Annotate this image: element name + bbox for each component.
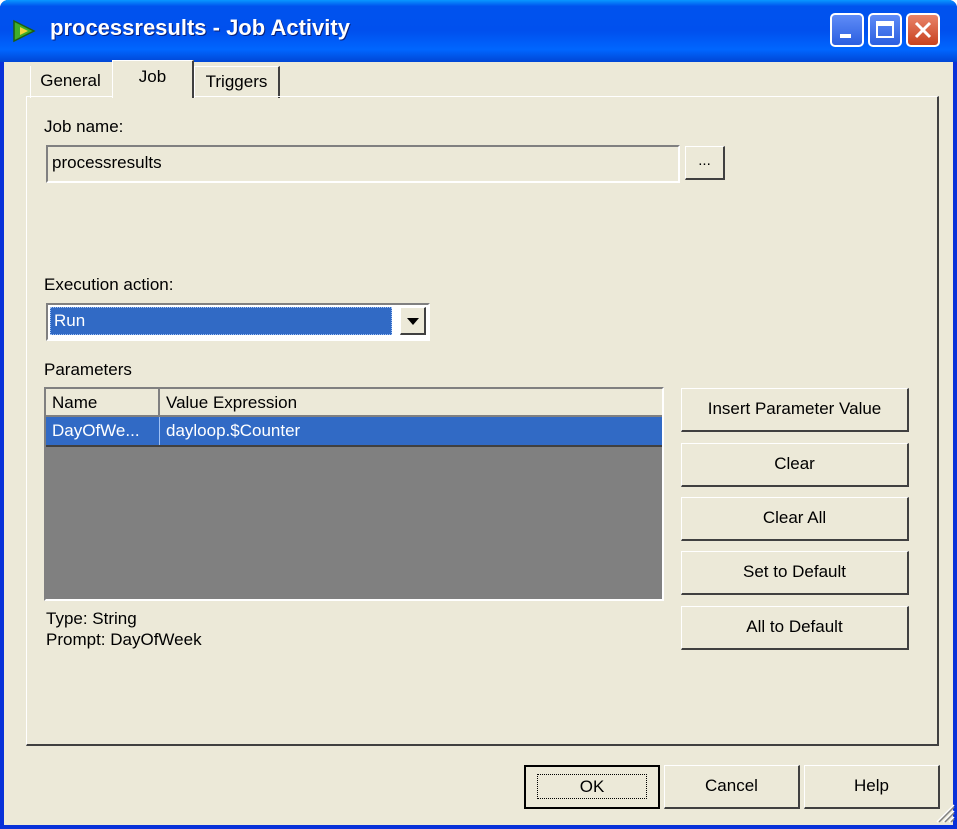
parameters-grid[interactable]: Name Value Expression DayOfWe... dayloop… xyxy=(44,387,664,601)
grid-header: Name Value Expression xyxy=(46,389,662,417)
execution-action-select[interactable]: Run xyxy=(46,303,430,341)
tab-general-label: General xyxy=(40,71,101,90)
tab-job-label: Job xyxy=(138,67,167,86)
dropdown-arrow-button[interactable] xyxy=(400,307,426,335)
clear-button[interactable]: Clear xyxy=(681,443,909,487)
ok-button-label: OK xyxy=(536,774,648,799)
cell-value-expression[interactable]: dayloop.$Counter xyxy=(160,417,660,445)
minimize-icon xyxy=(840,34,851,38)
clear-all-button[interactable]: Clear All xyxy=(681,497,909,541)
browse-job-button[interactable]: ... xyxy=(685,146,725,180)
set-to-default-button[interactable]: Set to Default xyxy=(681,551,909,595)
minimize-button[interactable] xyxy=(830,13,864,47)
job-activity-window: processresults - Job Activity General Jo… xyxy=(0,0,957,829)
close-button[interactable] xyxy=(906,13,940,47)
app-icon xyxy=(13,19,36,43)
close-icon xyxy=(914,21,932,39)
tab-triggers[interactable]: Triggers xyxy=(194,66,280,98)
help-button[interactable]: Help xyxy=(804,765,940,809)
resize-grip-icon[interactable] xyxy=(933,801,955,823)
maximize-icon xyxy=(876,21,894,38)
ok-button[interactable]: OK xyxy=(524,765,660,809)
window-title: processresults - Job Activity xyxy=(50,15,350,40)
maximize-button[interactable] xyxy=(868,13,902,47)
job-name-field[interactable]: processresults xyxy=(46,145,680,183)
cancel-button[interactable]: Cancel xyxy=(664,765,800,809)
cell-name: DayOfWe... xyxy=(46,417,160,445)
job-name-label: Job name: xyxy=(44,117,124,136)
tab-triggers-label: Triggers xyxy=(205,72,268,91)
tab-general[interactable]: General xyxy=(30,66,110,98)
column-header-value-expression[interactable]: Value Expression xyxy=(160,389,662,417)
chevron-down-icon xyxy=(407,318,419,325)
title-bar[interactable]: processresults - Job Activity xyxy=(0,0,957,62)
column-header-name[interactable]: Name xyxy=(46,389,160,417)
parameter-prompt-text: Prompt: DayOfWeek xyxy=(46,630,202,649)
table-row[interactable]: DayOfWe... dayloop.$Counter xyxy=(46,417,662,447)
execution-action-value: Run xyxy=(50,307,392,335)
parameters-label: Parameters xyxy=(44,360,132,379)
insert-parameter-value-button[interactable]: Insert Parameter Value xyxy=(681,388,909,432)
execution-action-label: Execution action: xyxy=(44,275,174,294)
tab-job[interactable]: Job xyxy=(112,60,194,98)
parameter-type-text: Type: String xyxy=(46,609,137,628)
all-to-default-button[interactable]: All to Default xyxy=(681,606,909,650)
